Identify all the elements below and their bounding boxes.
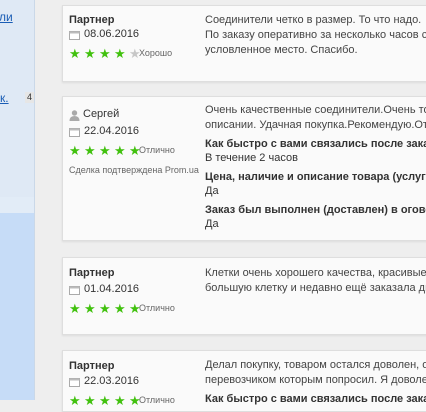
- review-text-line: описании. Удачная покупка.Рекомендую.Отл…: [205, 119, 426, 131]
- star-icon: ★: [84, 143, 96, 158]
- review-author: Партнер: [69, 267, 115, 279]
- calendar-icon: [69, 286, 80, 295]
- qa-question: Цена, наличие и описание товара (услуги)…: [205, 171, 426, 183]
- star-icon: ★: [84, 46, 96, 61]
- review-text-line: По заказу оперативно за несколько часов …: [205, 29, 426, 41]
- review-text-line: Соединители четко в размер. То что надо.: [205, 14, 422, 26]
- review-text-line: Очень качественные соединители.Очень точ…: [205, 104, 426, 116]
- review-text-line: Клетки очень хорошего качества, красивые…: [205, 267, 426, 279]
- user-icon: [69, 110, 80, 121]
- sidebar-link-mid[interactable]: к.: [0, 91, 9, 105]
- calendar-icon: [69, 31, 80, 40]
- review-date: 22.03.2016: [84, 375, 140, 387]
- star-icon: ★: [99, 301, 111, 316]
- star-icon: ★: [69, 46, 81, 61]
- review-date: 01.04.2016: [84, 283, 140, 295]
- qa-answer: Да: [205, 185, 219, 197]
- review-text-line: большую клетку и недавно ещё заказала дв…: [205, 282, 426, 294]
- review-card: Партнер 01.04.2016 ★ ★ ★ ★ ★ Отлично Кле…: [62, 257, 426, 335]
- rating-label: Отлично: [139, 145, 175, 155]
- star-icon: ★: [99, 143, 111, 158]
- review-author: Партнер: [69, 360, 115, 372]
- review-text-line: перевозчиком которым попросил. Я доволен…: [205, 374, 426, 386]
- sidebar-panel-bottom: [0, 213, 34, 400]
- star-icon: ★: [114, 393, 126, 408]
- left-sidebar: ли к. 4: [0, 0, 35, 400]
- star-icon: ★: [84, 301, 96, 316]
- qa-question: Как быстро с вами связались после заказа…: [205, 393, 426, 405]
- calendar-icon: [69, 128, 80, 137]
- review-card: Сергей 22.04.2016 ★ ★ ★ ★ ★ Отлично Сдел…: [62, 96, 426, 241]
- review-author: Сергей: [83, 108, 120, 120]
- review-text-line: условленное место. Спасибо.: [205, 44, 358, 56]
- review-text-line: Делал покупку, товаром остался доволен, …: [205, 359, 426, 371]
- star-icon: ★: [114, 143, 126, 158]
- rating-label: Отлично: [139, 395, 175, 405]
- star-icon: ★: [69, 143, 81, 158]
- calendar-icon: [69, 378, 80, 387]
- review-author: Партнер: [69, 14, 115, 26]
- star-icon: ★: [114, 46, 126, 61]
- qa-question: Заказ был выполнен (доставлен) в оговоре…: [205, 204, 426, 216]
- star-icon: ★: [69, 393, 81, 408]
- qa-answer: В течение 2 часов: [205, 152, 298, 164]
- review-date: 08.06.2016: [84, 28, 140, 40]
- rating-label: Отлично: [139, 303, 175, 313]
- star-icon: ★: [84, 393, 96, 408]
- review-card: Партнер 22.03.2016 ★ ★ ★ ★ ★ Отлично Дел…: [62, 350, 426, 412]
- qa-answer: Да: [205, 218, 219, 230]
- review-card: Партнер 08.06.2016 ★ ★ ★ ★ ★ Хорошо Соед…: [62, 5, 426, 82]
- sidebar-link-top[interactable]: ли: [0, 10, 13, 24]
- qa-question: Как быстро с вами связались после заказа…: [205, 138, 426, 150]
- sidebar-panel-top: ли к. 4: [0, 0, 34, 197]
- star-icon: ★: [114, 301, 126, 316]
- verified-deal-note: Сделка подтверждена Prom.ua: [69, 165, 199, 175]
- star-icon: ★: [99, 46, 111, 61]
- sidebar-count-badge: 4: [25, 92, 34, 103]
- star-icon: ★: [69, 301, 81, 316]
- rating-label: Хорошо: [139, 48, 173, 58]
- star-icon: ★: [99, 393, 111, 408]
- review-date: 22.04.2016: [84, 125, 140, 137]
